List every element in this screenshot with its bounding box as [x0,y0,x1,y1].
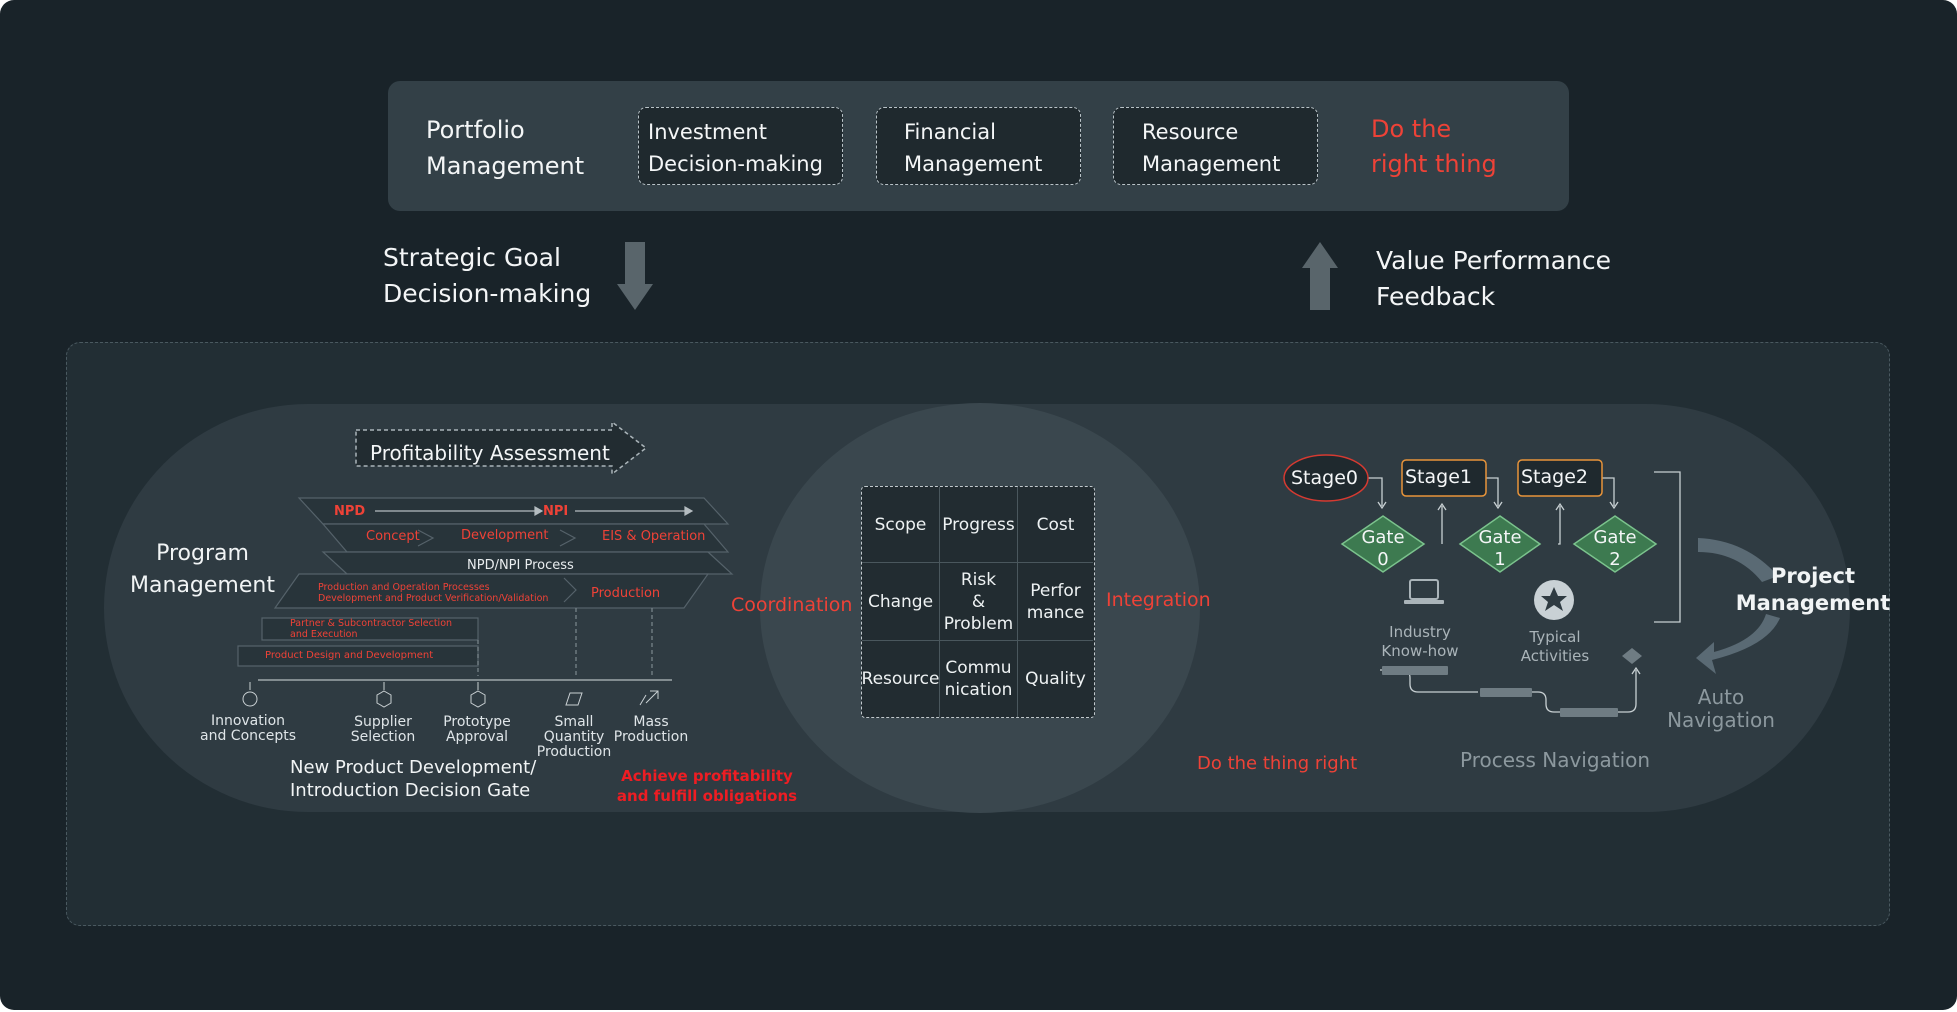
management-grid: Scope Progress Cost Change Risk & Proble… [861,486,1095,718]
concept-label: Concept [366,529,420,544]
strategic-goal-label: Strategic Goal Decision-making [383,243,592,308]
grid-cell-scope: Scope [862,487,940,563]
stage-0: Stage0 [1291,467,1358,489]
grid-cell-cost: Cost [1018,487,1093,563]
up-arrow-icon [1302,242,1338,310]
grid-cell-progress: Progress [940,487,1018,563]
eis-label: EIS & Operation [602,529,706,544]
typical-activities-label: Typical Activities [1520,628,1590,665]
gate-0: Gate 0 [1361,527,1405,570]
portfolio-title: Portfolio Management [426,116,585,180]
financial-box: Financial Management [876,107,1081,185]
project-title: Project Management [1735,564,1891,615]
stage-1: Stage1 [1405,466,1472,488]
npi-label: NPI [543,504,569,519]
design-label: Product Design and Development [265,650,434,661]
program-goal: Achieve profitability and fulfill obliga… [616,767,798,805]
coordination-label: Coordination [731,594,853,616]
grid-cell-communication: Commu nication [940,641,1018,717]
npd-label: NPD [334,504,366,519]
milestone-innovation: Innovation and Concepts [200,713,296,744]
stage-2: Stage2 [1521,466,1588,488]
grid-cell-performance: Perfor mance [1018,563,1093,641]
milestone-mass-production: Mass Production [613,714,689,745]
gate-1: Gate 1 [1478,527,1522,570]
down-arrow-icon [617,242,653,310]
grid-cell-quality: Quality [1025,669,1086,689]
investment-box: Investment Decision-making [638,107,843,185]
process-label: NPD/NPI Process [467,558,574,573]
diagram-canvas: Portfolio Management Investment Decision… [0,0,1957,1010]
process-navigation-label: Process Navigation [1460,748,1651,772]
development-label: Development [461,528,549,543]
resource-box: Resource Management [1113,107,1318,185]
profitability-label: Profitability Assessment [370,441,610,465]
gate-caption: New Product Development/ Introduction De… [290,757,537,801]
grid-cell-risk: Risk & Problem [940,563,1018,641]
project-motto: Do the thing right [1197,753,1358,774]
financial-label: Financial Management [904,120,1043,176]
grid-cell-resource: Resource [862,641,940,717]
investment-label: Investment Decision-making [648,120,823,176]
grid-cell-change: Change [862,563,940,641]
milestone-supplier: Supplier Selection [350,714,416,745]
production-phase-label: Production [591,586,661,601]
milestone-prototype: Prototype Approval [443,714,511,745]
industry-knowhow-label: Industry Know-how [1381,623,1459,660]
prod-ops-label: Production and Operation Processes Devel… [318,582,549,604]
portfolio-motto: Do the right thing [1371,115,1497,178]
value-feedback-label: Value Performance Feedback [1376,246,1612,311]
partner-label: Partner & Subcontractor Selection and Ex… [290,618,453,640]
auto-navigation-label: Auto Navigation [1667,685,1775,732]
integration-label: Integration [1106,589,1211,611]
resource-label: Resource Management [1142,120,1281,176]
gate-2: Gate 2 [1593,527,1637,570]
